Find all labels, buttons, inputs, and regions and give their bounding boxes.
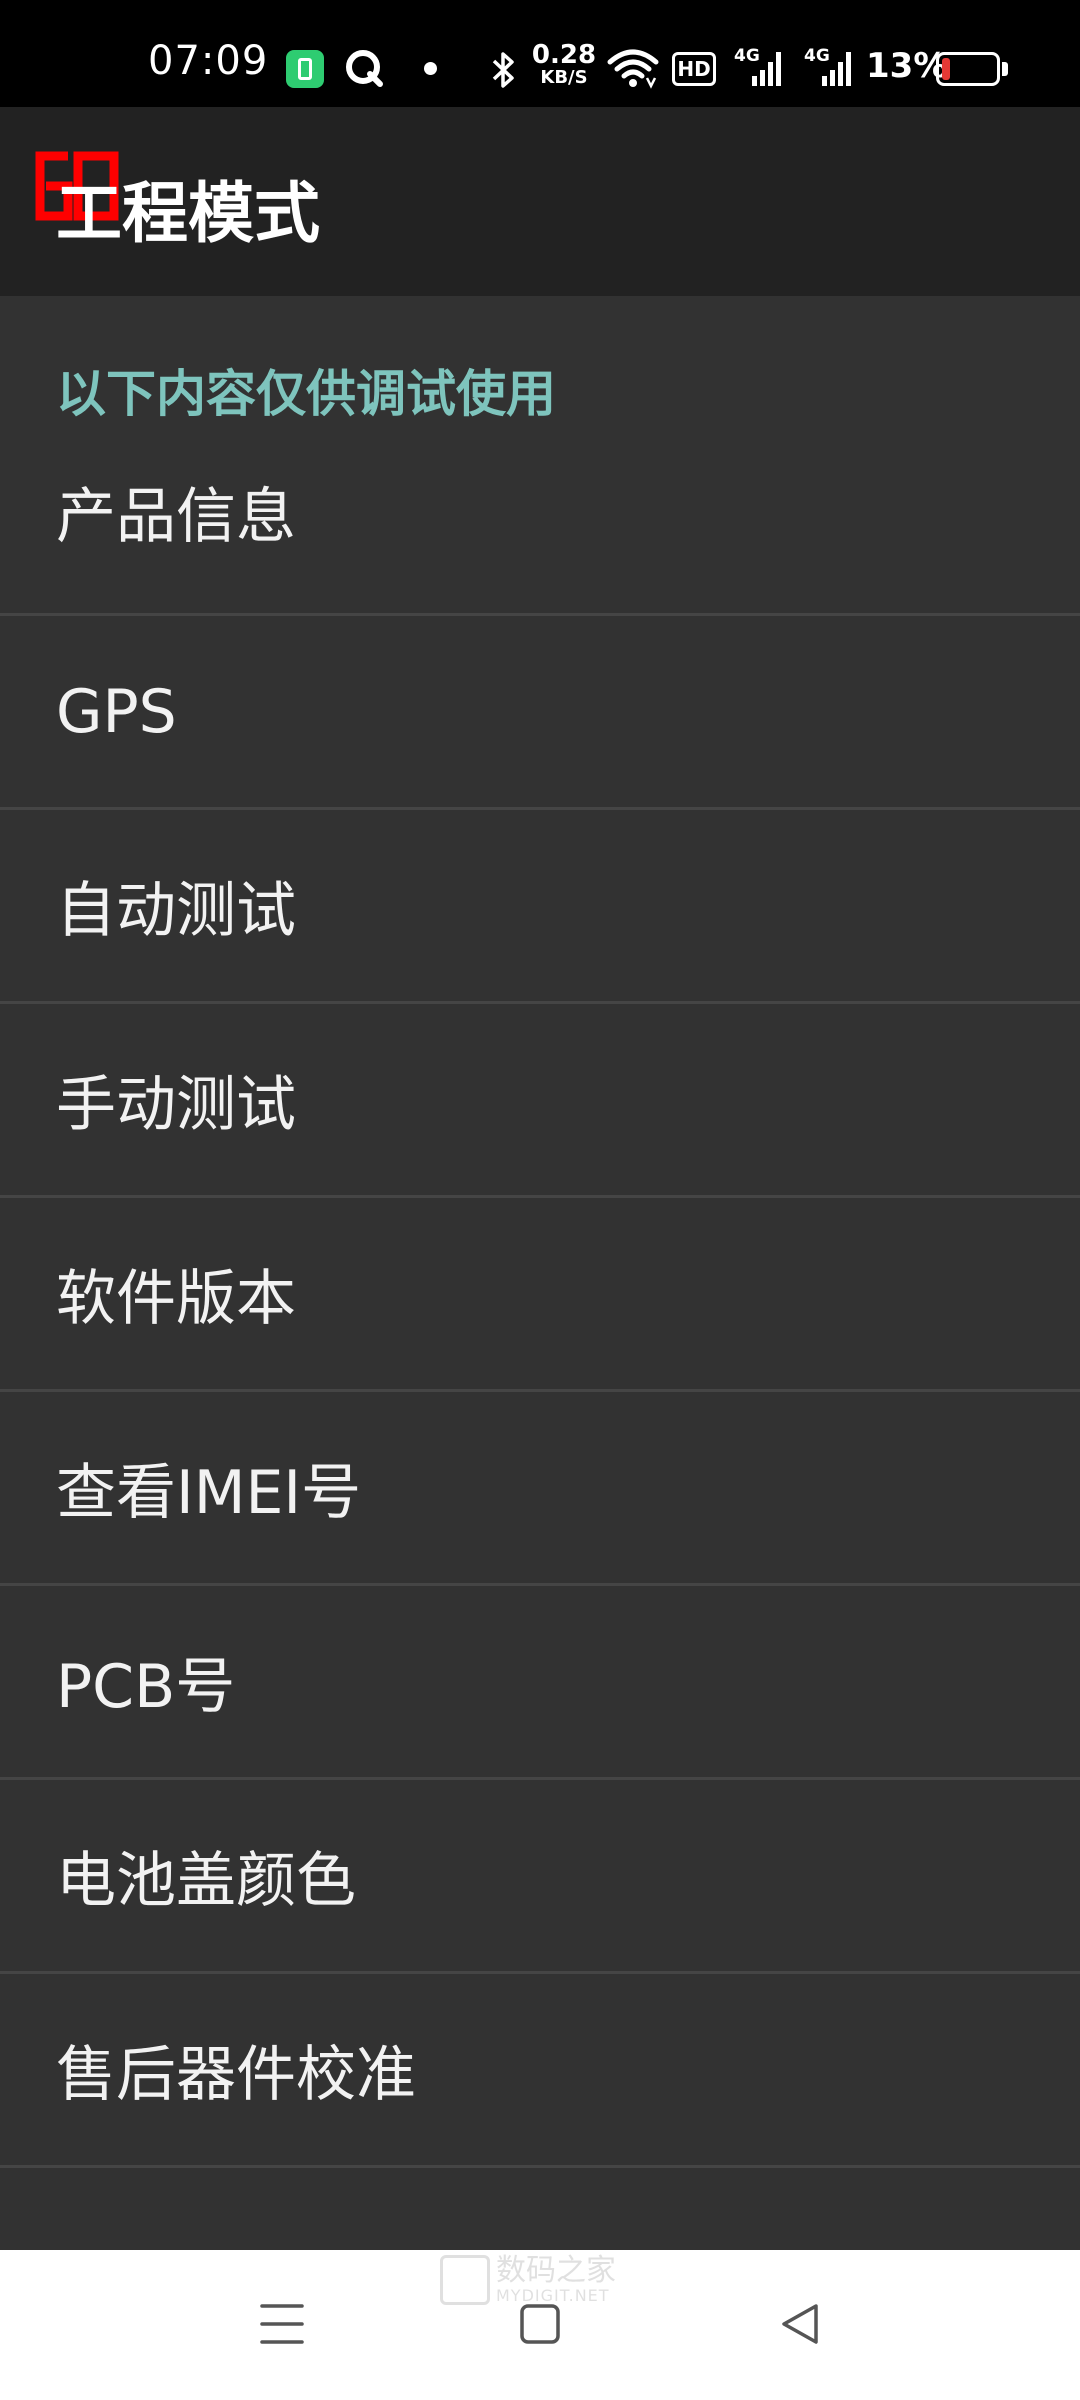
menu-item-battery-cover-color[interactable]: 电池盖颜色 [0, 1780, 1080, 1974]
menu-item-pcb[interactable]: PCB号 [0, 1586, 1080, 1780]
menu-item-label: PCB号 [56, 1652, 236, 1722]
menu-item-gps[interactable]: GPS [0, 616, 1080, 810]
network-speed-value: 0.28 [531, 40, 597, 70]
bluetooth-icon [488, 50, 518, 90]
back-icon[interactable] [770, 2296, 830, 2352]
network-speed: 0.28 KB/S [531, 40, 597, 88]
menu-item-label: 产品信息 [56, 482, 296, 552]
menu-item-after-sales-calibration[interactable]: 售后器件校准 [0, 1974, 1080, 2168]
menu-item-label: 售后器件校准 [56, 2040, 416, 2110]
menu-item-software-version[interactable]: 软件版本 [0, 1198, 1080, 1392]
signal-icon: 4G [804, 46, 856, 90]
menu-item-label: 自动测试 [56, 876, 296, 946]
menu-item-auto-test[interactable]: 自动测试 [0, 810, 1080, 1004]
menu-item-label: 软件版本 [56, 1264, 296, 1334]
page-title: 工程模式 [56, 175, 320, 252]
q-app-icon [344, 48, 384, 88]
home-icon[interactable] [510, 2296, 570, 2352]
network-speed-unit: KB/S [540, 67, 588, 88]
battery-level-fill [942, 58, 950, 80]
menu-icon[interactable] [252, 2296, 312, 2352]
menu-item-label: 手动测试 [56, 1070, 296, 1140]
watermark-logo-icon [440, 2255, 490, 2305]
wifi-icon [607, 48, 659, 90]
status-bar: 07:09 0.28 KB/S HD 4G 4G 13% [0, 0, 1080, 107]
notification-dot-icon [424, 62, 437, 75]
menu-item-label: 查看IMEI号 [56, 1458, 362, 1528]
battery-icon [936, 52, 1000, 86]
menu-item-product-info[interactable]: 产品信息 [0, 410, 1080, 616]
battery-tip [1002, 62, 1008, 76]
watermark-text: 数码之家 [496, 2252, 616, 2288]
menu-item-manual-test[interactable]: 手动测试 [0, 1004, 1080, 1198]
hd-voice-icon: HD [672, 52, 716, 86]
settings-list: 以下内容仅供调试使用 产品信息 GPS 自动测试 手动测试 软件版本 查看IME… [0, 296, 1080, 2250]
battery-saver-app-icon [286, 50, 324, 88]
status-time: 07:09 [148, 38, 269, 84]
hd-label: HD [677, 57, 711, 81]
menu-item-label: 电池盖颜色 [56, 1846, 356, 1916]
menu-item-imei[interactable]: 查看IMEI号 [0, 1392, 1080, 1586]
menu-item-label: GPS [56, 676, 177, 747]
signal-icon: 4G [734, 46, 786, 90]
